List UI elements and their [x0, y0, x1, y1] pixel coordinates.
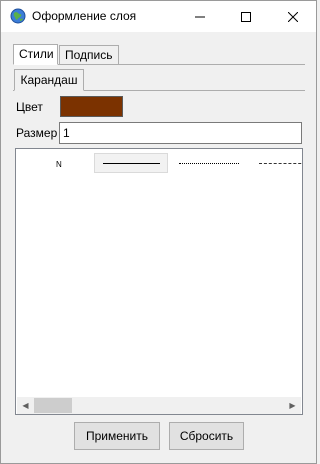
tab-styles[interactable]: Стили	[13, 44, 58, 65]
subtab-pencil[interactable]: Карандаш	[14, 69, 84, 91]
dashed-line-sample	[259, 162, 302, 164]
scroll-right-icon[interactable]: ▶	[284, 397, 301, 414]
close-button[interactable]	[270, 1, 316, 32]
style-option-dashed[interactable]	[248, 153, 302, 173]
color-label: Цвет	[16, 100, 43, 114]
reset-button[interactable]: Сбросить	[169, 422, 244, 450]
maximize-button[interactable]	[223, 1, 269, 32]
title-bar: Оформление слоя	[1, 1, 316, 32]
apply-button[interactable]: Применить	[74, 422, 160, 450]
size-input[interactable]: 1	[59, 122, 302, 144]
window-title: Оформление слоя	[32, 9, 137, 23]
minimize-icon	[195, 16, 205, 17]
size-label: Размер	[16, 126, 58, 140]
tab-caption[interactable]: Подпись	[59, 45, 119, 65]
dotted-line-sample	[179, 162, 239, 164]
line-style-list: N ◀ ▶	[15, 148, 303, 415]
globe-icon	[10, 8, 26, 24]
minimize-button[interactable]	[177, 1, 223, 32]
layer-style-dialog: Оформление слоя Стили Подпись Карандаш Ц…	[0, 0, 317, 464]
style-row-label: N	[56, 160, 62, 169]
maximize-icon	[241, 11, 251, 22]
scroll-left-icon[interactable]: ◀	[17, 397, 34, 414]
solid-line-sample	[102, 162, 160, 164]
style-option-solid[interactable]	[94, 153, 168, 173]
color-picker[interactable]	[60, 96, 123, 117]
scroll-thumb[interactable]	[34, 398, 72, 413]
style-option-dotted[interactable]	[172, 153, 246, 173]
close-icon	[288, 11, 298, 22]
horizontal-scrollbar[interactable]: ◀ ▶	[17, 397, 301, 414]
